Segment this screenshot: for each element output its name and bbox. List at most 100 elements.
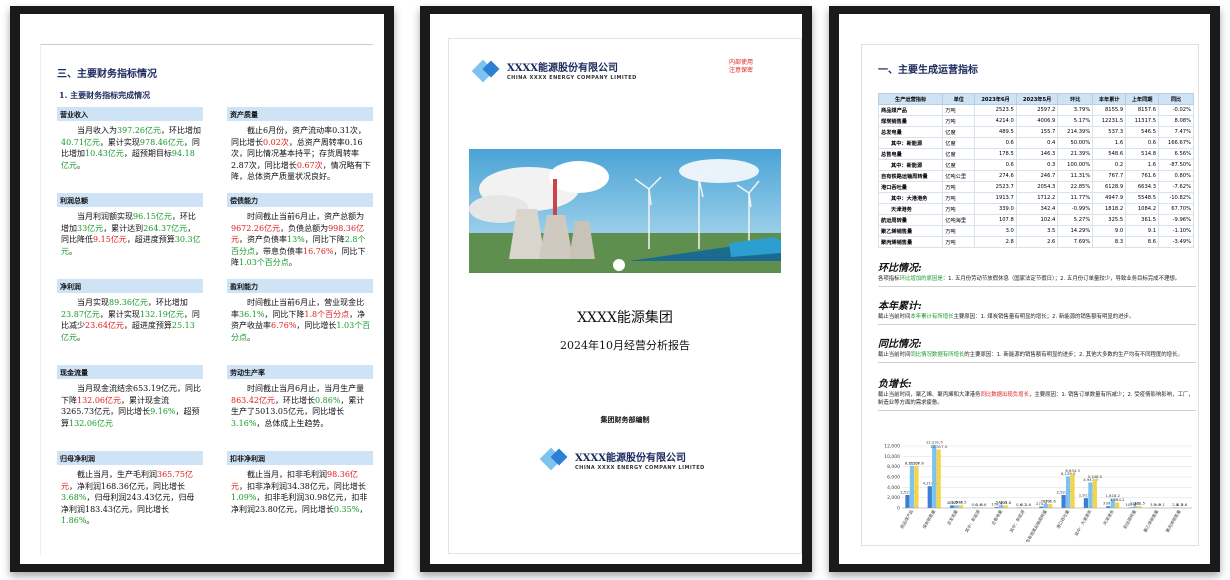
table-cell: 102.4 [1015, 214, 1059, 226]
table-cell: 亿度 [942, 126, 976, 138]
table-cell: -1.10% [1158, 225, 1194, 237]
table-cell: 11.31% [1057, 170, 1094, 182]
data-label: 514.8 [1000, 500, 1011, 505]
table-cell: 155.7 [1015, 126, 1059, 138]
table-row: 港口吞吐量 万吨 2523.7 2054.3 22.85% 6128.9 6634.3 -7.… [877, 181, 1194, 193]
column-header: 同比 [1158, 93, 1194, 105]
table-row: 总售电量 亿度 178.5 146.3 21.39% 548.6 514.8 6.56% [877, 148, 1194, 160]
text-run: 截止当前时间 [878, 352, 911, 358]
table-cell: 8155.9 [1092, 104, 1127, 116]
highlight-positive: 0.35% [333, 504, 360, 514]
table-cell: 万吨 [942, 192, 976, 204]
table-cell: 4214.0 [974, 115, 1017, 127]
table-cell: -9.96% [1158, 214, 1194, 226]
x-tick-label: 自有铁路运输周转量 [1024, 509, 1049, 543]
highlight-negative: 1.8个百分点 [304, 309, 350, 319]
bar [958, 505, 964, 508]
text-run: 的主要原因：1. 新能源的销售额有明显的进步；2. 其他大多数的生产均有不同程度… [964, 352, 1183, 358]
highlight-negative: 6.76% [271, 321, 297, 330]
bar [1083, 498, 1089, 508]
table-cell: 自有铁路运输周转量 [877, 170, 944, 182]
x-tick-label: 其中：新能源 [1008, 508, 1027, 534]
table-cell: 514.8 [1125, 148, 1160, 160]
highlight-negative: 23.64亿元 [85, 321, 124, 330]
table-cell: -7.62% [1158, 181, 1194, 193]
cover-illustration [469, 149, 781, 273]
text-run: 截止当月，生产毛利润 [77, 470, 157, 479]
indicator-text: 当月实现89.36亿元，环比增加23.87亿元，累计实现132.19亿元，同比减… [57, 293, 203, 343]
highlight-positive: 1.09% [231, 493, 257, 502]
table-cell: 325.5 [1092, 214, 1127, 226]
indicator-card: 盈利能力 时间截止当前6月止，营业现金比率36.1%，同比下降1.8个百分点，净资… [227, 279, 373, 343]
highlight-positive: 40.71亿元 [61, 137, 100, 147]
group-name: XXXX能源集团 [577, 310, 673, 326]
table-cell: 12231.5 [1092, 115, 1127, 127]
bar [1070, 473, 1075, 508]
stamp-line-2: 注意保密 [729, 67, 754, 74]
table-cell: 9.1 [1125, 225, 1160, 237]
text-run: ，累计实现 [99, 137, 140, 147]
indicator-text: 当月利润额实现96.15亿元，环比增加33亿元，累计达到264.37亿元，同比降… [57, 207, 203, 257]
text-run: ，负债总额为 [280, 223, 329, 233]
table-cell: 767.7 [1092, 170, 1127, 182]
x-tick-label: 天津港务 [1101, 508, 1116, 527]
table-cell: 5548.5 [1125, 192, 1160, 204]
table-cell: 亿度 [942, 159, 976, 171]
highlight-negative: 0.67次 [296, 160, 323, 170]
table-cell: 1913.7 [974, 192, 1017, 204]
highlight-positive: 9.16% [150, 407, 176, 416]
highlight-positive: 1.86% [61, 516, 87, 525]
table-cell: 3.79% [1057, 104, 1094, 116]
data-label: 11,317.5 [930, 444, 947, 449]
indicator-card: 净利润 当月实现89.36亿元，环比增加 23.87亿元，累计实现132.19亿元 ，… [57, 279, 203, 343]
indicator-card: 现金流量 当月现金流结余653.19亿元，同比下降132.06亿元，累计现金流32… [57, 365, 203, 429]
column-header: 2023年5月 [1015, 93, 1059, 105]
bar [932, 444, 937, 508]
indicator-text: 当月现金流结余653.19亿元，同比下降132.06亿元，累计现金流3265.7… [57, 379, 203, 429]
table-cell: 361.5 [1125, 214, 1160, 226]
highlight-positive: 397.26亿元 [117, 126, 161, 135]
table-cell: 0.4 [1015, 137, 1059, 149]
column-header: 生产运营指标 [877, 93, 944, 105]
table-cell: 6634.3 [1125, 181, 1160, 193]
bar [909, 465, 915, 508]
data-label: 1,084.2 [1110, 497, 1125, 502]
cover-page: XXXX能源股份有限公司 CHINA XXXX ENERGY COMPANY L… [430, 14, 802, 564]
data-label: 8,157.6 [909, 460, 924, 465]
highlight-positive: 0.86% [315, 395, 341, 405]
bar [1061, 494, 1066, 508]
document-page: 三、主要财务指标情况 1. 主要财务指标完成情况 营业收入 当月收入为397.26… [20, 14, 384, 564]
highlight-positive: 3.68% [61, 493, 87, 502]
indicator-card: 营业收入 当月收入为397.26亿元，环比增加 40.71亿元，累计实现978.46… [57, 107, 203, 171]
table-cell: 总售电量 [877, 148, 944, 160]
table-cell: 煤炭销售量 [877, 115, 944, 127]
text-run: 当月利润额实现 [77, 212, 133, 221]
highlight-positive: 10.43亿元 [85, 149, 124, 158]
table-cell: 761.6 [1125, 170, 1160, 182]
text-run: 。 [86, 516, 95, 525]
text-run: 各项指标 [878, 276, 900, 282]
table-cell: 万吨 [942, 181, 976, 193]
text-run: ，超进度预算 [126, 235, 175, 244]
indicator-text: 时间截止当前6月止，资产总额为9672.26亿元，负债总额为998.36亿元，资… [227, 207, 373, 269]
table-cell: -0.02% [1158, 104, 1194, 116]
commentary-section: 负增长: 截止当前时间，聚乙烯、聚丙烯和大津港务同比数据出现负增长，主要原因：1.… [878, 375, 1196, 411]
table-cell: 489.5 [974, 126, 1017, 138]
text-run: ，同比下降 [264, 309, 305, 319]
indicator-card: 归母净利润 截止当月，生产毛利润365.75亿元，净利润168.36亿元，同比增长… [57, 451, 203, 527]
table-cell: 100.00% [1057, 159, 1094, 171]
data-label: 6,634.3 [1065, 468, 1080, 473]
table-cell: 商品煤产品 [877, 104, 944, 116]
page-frame-financial: 三、主要财务指标情况 1. 主要财务指标完成情况 营业收入 当月收入为397.26… [10, 6, 394, 572]
highlight-negative: 9672.26亿元 [231, 223, 281, 233]
table-cell: 1712.2 [1015, 192, 1059, 204]
table-cell: 0.3 [1015, 159, 1059, 171]
text-run: ，累计达到 [103, 223, 144, 233]
highlight-positive: 本年累计有所增长 [910, 314, 954, 320]
table-cell: 航运周转量 [877, 214, 944, 226]
table-cell: 21.39% [1057, 148, 1094, 160]
bar [1092, 479, 1097, 508]
y-tick-label: 10,000 [884, 454, 900, 460]
table-cell: 2.8 [974, 236, 1017, 248]
table-cell: 2.6 [1015, 236, 1059, 248]
